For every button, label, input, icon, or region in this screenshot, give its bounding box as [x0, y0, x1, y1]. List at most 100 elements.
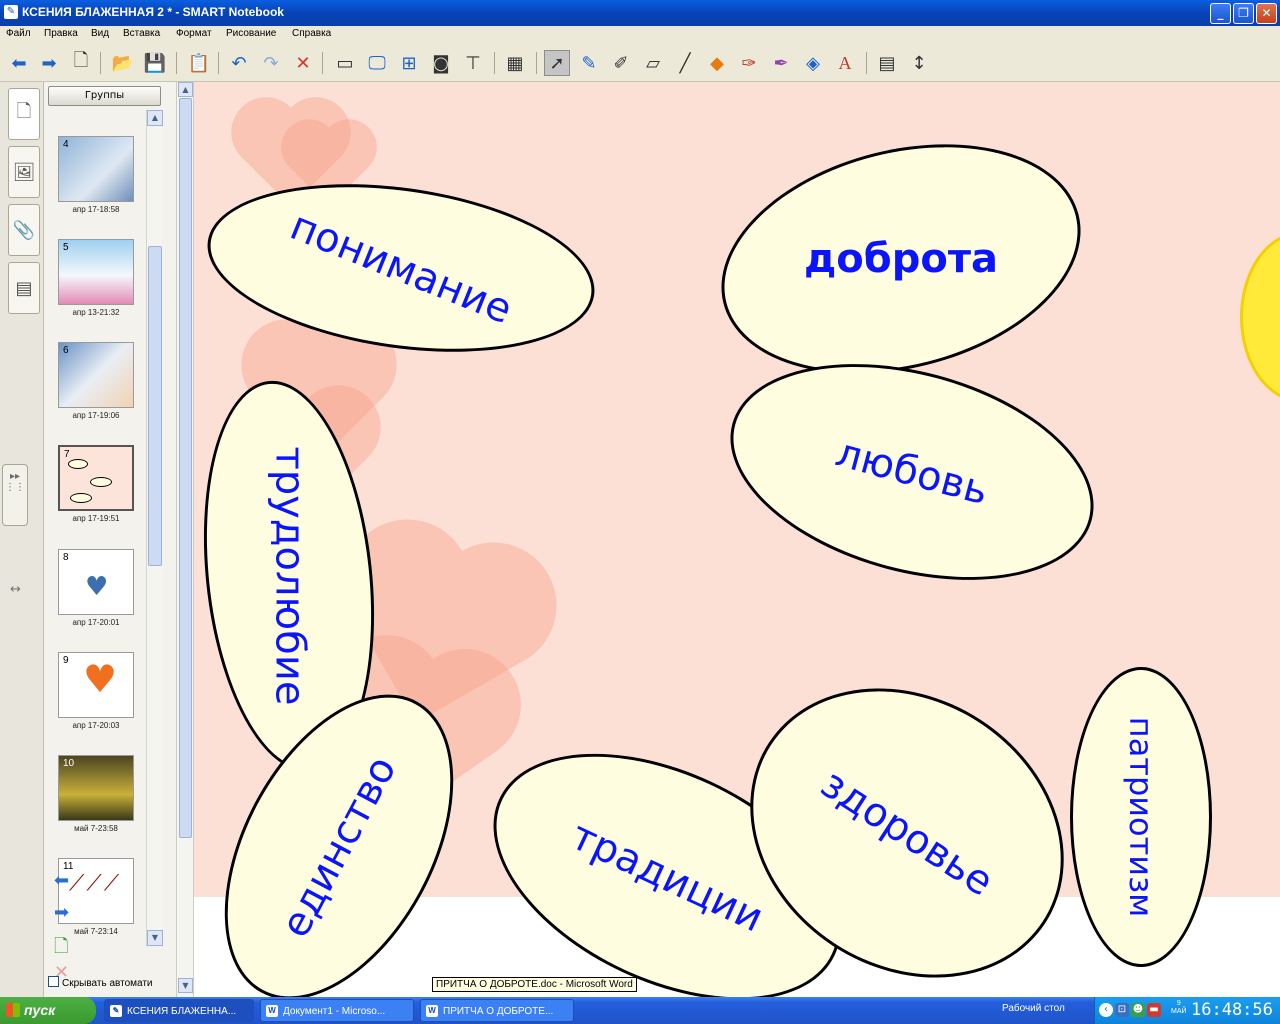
scroll-up-arrow[interactable]: ▲: [147, 110, 163, 126]
shape-icon[interactable]: ◆: [704, 50, 730, 76]
page-thumbnail[interactable]: 10 май 7-23:58: [58, 755, 134, 833]
next-page-icon[interactable]: ➡: [54, 902, 69, 923]
properties-tab[interactable]: ▤: [8, 262, 40, 314]
word-icon: W: [426, 1005, 438, 1017]
magic-pen-icon[interactable]: ✑: [736, 50, 762, 76]
move-toolbar-icon[interactable]: ↕: [906, 50, 932, 76]
page-thumbnail[interactable]: 8 ♥ апр 17-20:01: [58, 549, 134, 627]
properties-icon[interactable]: ▤: [874, 50, 900, 76]
page-thumbnail[interactable]: 6 апр 17-19:06: [58, 342, 134, 420]
dual-page-icon[interactable]: ⊞: [396, 50, 422, 76]
page-thumbnail[interactable]: 4 апр 17-18:58: [58, 136, 134, 214]
desktop-toolbar-label[interactable]: Рабочий стол: [1002, 1003, 1065, 1014]
word-oval-love[interactable]: любовь: [706, 327, 1118, 617]
menu-file[interactable]: Файл: [6, 28, 31, 39]
page-scrollbar[interactable]: ▲ ▼: [176, 82, 194, 997]
maximize-button[interactable]: ❐: [1233, 3, 1254, 24]
full-screen-icon[interactable]: 🖵: [364, 50, 390, 76]
taskbar-item-smart-notebook[interactable]: ✎ КСЕНИЯ БЛАЖЕННА...: [104, 999, 254, 1022]
open-folder-icon[interactable]: 📂: [110, 50, 136, 76]
redo-icon[interactable]: ↷: [258, 50, 284, 76]
sun-decoration: [1240, 232, 1280, 402]
menu-draw[interactable]: Рисование: [226, 28, 276, 39]
whiteboard-canvas[interactable]: понимание доброта любовь трудолюбие един…: [194, 82, 1280, 997]
menu-edit[interactable]: Правка: [44, 28, 78, 39]
recognition-pen-icon[interactable]: ✒: [768, 50, 794, 76]
taskbar-item-word-parable[interactable]: W ПРИТЧА О ДОБРОТЕ...: [420, 999, 574, 1022]
page-thumbnail[interactable]: 7 апр 17-19:51: [58, 445, 134, 523]
checkbox-box[interactable]: [48, 976, 59, 987]
start-label: пуск: [24, 1002, 56, 1018]
oval-word: традиции: [563, 812, 771, 942]
toolbar-separator: [866, 52, 867, 74]
table-icon[interactable]: ▦: [502, 50, 528, 76]
add-page-icon[interactable]: 🗋: [68, 50, 94, 76]
back-arrow-icon[interactable]: ⬅: [6, 50, 32, 76]
mini-oval: [68, 459, 88, 469]
eraser-icon[interactable]: ▱: [640, 50, 666, 76]
page-sorter-tab[interactable]: 🗋: [8, 88, 40, 140]
creative-pen-icon[interactable]: ✐: [608, 50, 634, 76]
resize-horizontal-icon[interactable]: ↔: [10, 582, 21, 597]
tray-back-arrow-icon[interactable]: ‹: [1099, 1003, 1113, 1017]
menu-format[interactable]: Формат: [176, 28, 212, 39]
sorter-scrollbar[interactable]: ▲ ▼: [146, 110, 163, 946]
word-oval-kindness[interactable]: доброта: [697, 108, 1105, 410]
autohide-checkbox[interactable]: Скрывать автомати: [48, 976, 153, 989]
paste-icon[interactable]: 📋: [186, 50, 212, 76]
document-camera-icon[interactable]: ⊤: [460, 50, 486, 76]
network-icon[interactable]: ⊡: [1115, 1003, 1129, 1017]
text-icon[interactable]: A: [832, 50, 858, 76]
word-icon: W: [266, 1005, 278, 1017]
page-date: апр 17-18:58: [72, 205, 120, 214]
add-page-icon[interactable]: 🗋: [54, 934, 68, 964]
scroll-thumb[interactable]: [148, 246, 162, 566]
fill-icon[interactable]: ◈: [800, 50, 826, 76]
taskbar-item-word-document1[interactable]: W Документ1 - Microso...: [260, 999, 414, 1022]
thumbnail-preview: 7: [58, 445, 134, 511]
page-number: 5: [63, 242, 69, 253]
menu-view[interactable]: Вид: [91, 28, 109, 39]
page-thumbnail[interactable]: 5 апр 13-21:32: [58, 239, 134, 317]
task-label: Документ1 - Microso...: [283, 1006, 386, 1017]
menu-help[interactable]: Справка: [292, 28, 331, 39]
capture-icon[interactable]: ◙: [428, 50, 454, 76]
windows-logo-icon: [6, 1003, 20, 1017]
groups-button[interactable]: Группы: [48, 86, 161, 106]
delete-icon[interactable]: ✕: [290, 50, 316, 76]
clock[interactable]: 16:48:56: [1191, 1000, 1273, 1020]
page-number: 9: [63, 655, 69, 666]
attachments-tab[interactable]: 📎: [8, 204, 40, 256]
oval-word: единство: [272, 748, 406, 946]
paperclip-icon: 📎: [12, 219, 36, 241]
start-button[interactable]: пуск: [0, 997, 96, 1024]
word-oval-patriotism[interactable]: патриотизм: [1070, 667, 1212, 967]
close-button[interactable]: ✕: [1256, 3, 1277, 24]
select-icon[interactable]: ➚: [544, 50, 570, 76]
undo-icon[interactable]: ↶: [226, 50, 252, 76]
language-flag-icon[interactable]: ▬: [1147, 1003, 1161, 1017]
line-icon[interactable]: ╱: [672, 50, 698, 76]
panel-grip[interactable]: ▸▸ ⋮⋮: [2, 464, 28, 526]
toolbar-separator: [536, 52, 537, 74]
gallery-tab[interactable]: 🖼: [8, 146, 40, 198]
page-sorter: Группы 4 апр 17-18:58 5 апр 13-21:32 6 а…: [44, 82, 176, 997]
page-thumbnail[interactable]: 11 ⟋⟋⟋ май 7-23:14: [58, 858, 134, 936]
forward-arrow-icon[interactable]: ➡: [36, 50, 62, 76]
scroll-thumb[interactable]: [179, 98, 192, 838]
scroll-up-arrow[interactable]: ▲: [178, 82, 193, 97]
page-number: 10: [63, 758, 75, 769]
previous-page-icon[interactable]: ⬅: [54, 870, 69, 891]
side-tab-strip: 🗋 🖼 📎 ▤ ▸▸ ⋮⋮ ↔: [0, 82, 44, 997]
save-icon[interactable]: 💾: [142, 50, 168, 76]
scroll-down-arrow[interactable]: ▼: [178, 978, 193, 993]
minimize-button[interactable]: _: [1210, 3, 1231, 24]
menu-insert[interactable]: Вставка: [123, 28, 160, 39]
system-tray: ‹ ⊡ ☻ ▬ 9 МАЙ 16:48:56: [1094, 997, 1280, 1024]
screen-shade-icon[interactable]: ▭: [332, 50, 358, 76]
toolbar-separator: [322, 52, 323, 74]
antivirus-icon[interactable]: ☻: [1131, 1003, 1145, 1017]
page-thumbnail[interactable]: 9 ♥ апр 17-20:03: [58, 652, 134, 730]
scroll-down-arrow[interactable]: ▼: [147, 930, 163, 946]
pen-icon[interactable]: ✎: [576, 50, 602, 76]
